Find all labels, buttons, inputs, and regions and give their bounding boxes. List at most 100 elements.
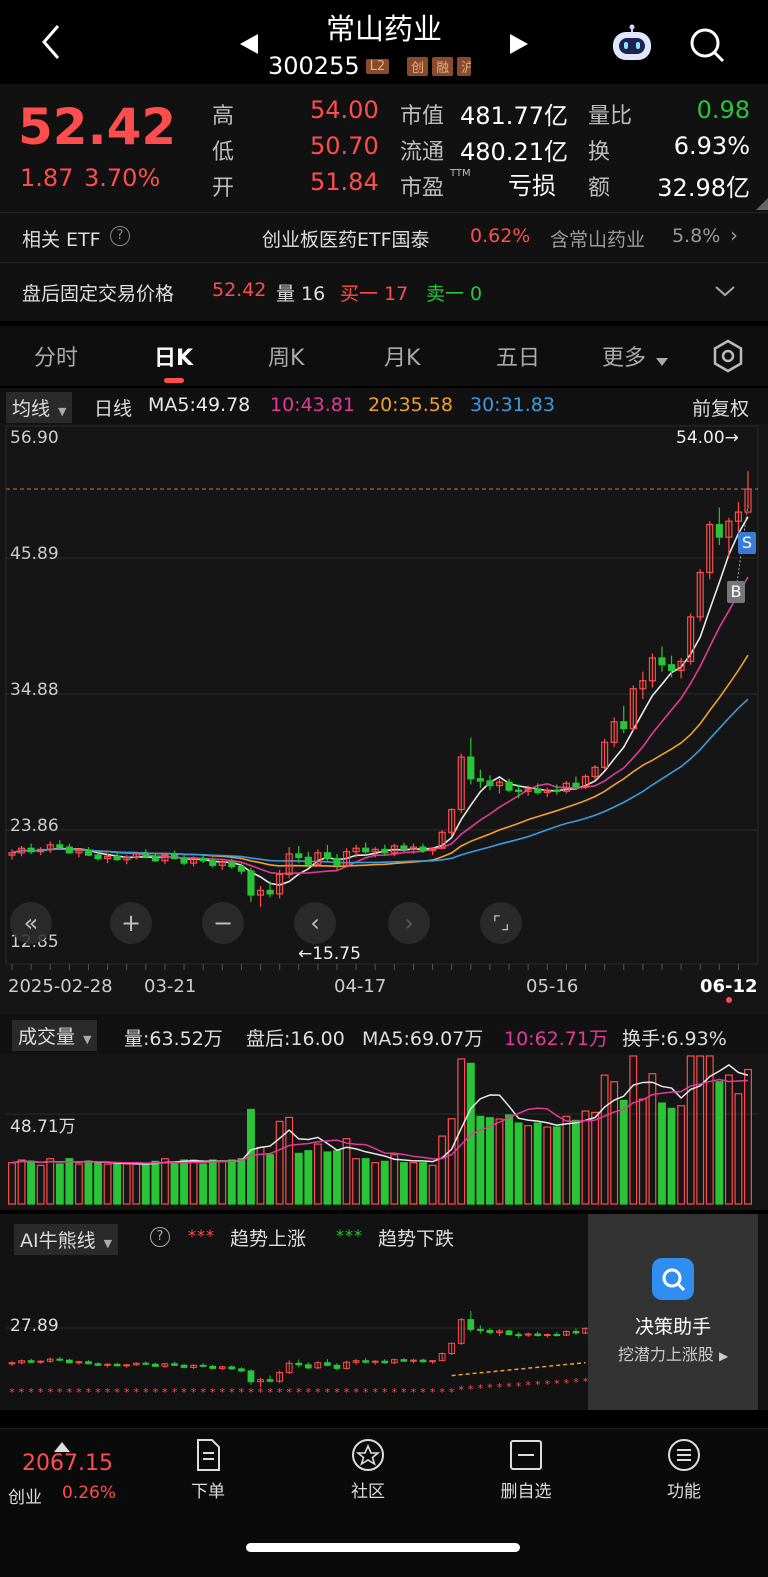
tab-daily-k[interactable]: 日K (154, 340, 193, 372)
trend-up-marker: * (296, 1386, 302, 1399)
trend-up-marker: * (325, 1386, 331, 1399)
nav-functions-label: 功能 (667, 1482, 701, 1502)
ai-candle-body (553, 1334, 561, 1337)
bottom-toolbar: 2067.15 创业 0.26% 下单 社区 删自选 功能 (0, 1428, 768, 1577)
volume-bar (55, 1163, 64, 1205)
ai-candle-body (56, 1358, 64, 1361)
search-icon[interactable] (688, 26, 726, 68)
more-dropdown-icon (656, 348, 668, 373)
settings-hexagon-icon[interactable] (710, 338, 746, 380)
volume-bar (84, 1160, 93, 1205)
volume-bar (648, 1073, 657, 1205)
ai-selector[interactable]: AI牛熊线 ▼ (14, 1224, 119, 1255)
volume-selector[interactable]: 成交量 ▼ (12, 1020, 98, 1051)
volume-bar (74, 1163, 83, 1205)
ma20-value: 20:35.58 (368, 394, 453, 416)
trend-up-label: 趋势上涨 (230, 1228, 307, 1250)
tab-five-day[interactable]: 五日 (496, 340, 540, 372)
trend-up-marker: * (516, 1380, 522, 1393)
sell-marker: S (738, 532, 756, 554)
candle-body (381, 848, 389, 854)
today-dot (726, 997, 732, 1003)
ai-candle-body (304, 1364, 312, 1369)
high-marker: 54.00→ (676, 428, 739, 448)
volume-ma10-line (11, 1078, 749, 1164)
ma10-value: 10:43.81 (270, 394, 355, 416)
candlestick-chart[interactable]: 56.90 45.89 34.88 23.86 12.85 54.00→ ←15… (0, 424, 768, 1014)
decision-assistant-card[interactable]: 决策助手 挖潜力上涨股 ▶ (588, 1214, 758, 1410)
volume-bar (485, 1117, 494, 1205)
next-stock-icon[interactable] (508, 32, 530, 60)
trend-up-marker: * (458, 1383, 464, 1396)
trend-up-marker: * (19, 1386, 25, 1399)
scroll-left-button[interactable]: ‹ (294, 902, 336, 944)
stock-code: 300255 (268, 52, 360, 80)
chevron-down-icon[interactable] (714, 281, 736, 303)
remove-watchlist-icon (510, 1440, 542, 1470)
scroll-right-button[interactable]: › (388, 902, 430, 944)
related-etf-row[interactable]: 相关 ETF ? 创业板医药ETF国泰 0.62% 含常山药业 5.8% › (0, 212, 768, 263)
ai-candle-body (534, 1333, 542, 1337)
trend-up-marker: * (535, 1379, 541, 1392)
x-label-1: 2025-02-28 (8, 976, 113, 997)
volume-bar (658, 1102, 666, 1205)
volume-bar (180, 1159, 188, 1205)
help-icon[interactable]: ? (150, 1227, 170, 1247)
volume-bar (629, 1055, 638, 1205)
nav-remove-watchlist[interactable]: 删自选 (486, 1437, 566, 1502)
volume-bar (36, 1164, 45, 1205)
ai-candle-body (94, 1363, 102, 1366)
ai-candle-body (476, 1328, 484, 1331)
etf-label: 相关 ETF (22, 229, 101, 251)
zoom-in-button[interactable]: + (110, 902, 152, 944)
chevron-right-icon[interactable]: › (730, 223, 738, 247)
tab-intraday[interactable]: 分时 (34, 340, 78, 372)
volume-bar (438, 1135, 447, 1205)
volume-bar (8, 1162, 16, 1205)
pe-label: 市盈 (400, 176, 445, 201)
tab-monthly-k[interactable]: 月K (384, 340, 420, 372)
index-value[interactable]: 2067.15 (22, 1451, 113, 1476)
fullscreen-button[interactable]: ⌜⌟ (480, 902, 522, 944)
candle-body (266, 889, 274, 895)
ai-candle-body (505, 1330, 513, 1336)
trend-up-marker: * (468, 1383, 474, 1396)
after-hours-row[interactable]: 盘后固定交易价格 52.42 量 16 买一 17 卖一 0 (0, 262, 768, 321)
ai-candle-body (419, 1359, 427, 1363)
volume-chart[interactable]: 48.71万 (0, 1054, 768, 1210)
x-label-3: 04-17 (334, 976, 387, 997)
tab-more[interactable]: 更多 (602, 340, 646, 372)
nav-community[interactable]: 社区 (328, 1437, 408, 1502)
nav-community-label: 社区 (351, 1482, 385, 1502)
candle-body (94, 854, 102, 860)
low-value: 50.70 (310, 132, 379, 160)
candle-body (553, 789, 561, 792)
ai-candle-body (152, 1363, 159, 1367)
nav-functions[interactable]: 功能 (644, 1437, 724, 1502)
caret-down-icon: ▼ (83, 1033, 92, 1046)
open-value: 51.84 (310, 168, 379, 196)
zoom-back-button[interactable]: « (10, 902, 52, 944)
trend-up-marker: * (430, 1386, 436, 1399)
candle-body (180, 857, 188, 864)
mcap-label: 市值 (400, 104, 445, 129)
robot-assistant-icon[interactable] (610, 24, 654, 68)
volume-bar (600, 1074, 609, 1205)
help-icon[interactable]: ? (110, 226, 130, 246)
trend-up-marker: * (95, 1386, 101, 1399)
trend-up-marker: * (28, 1386, 34, 1399)
trend-up-marker: * (334, 1386, 340, 1399)
tab-weekly-k[interactable]: 周K (268, 340, 304, 372)
candle-body (667, 664, 676, 672)
nav-order[interactable]: 下单 (168, 1437, 248, 1502)
volume-bar (361, 1158, 370, 1205)
candle-body (56, 844, 64, 848)
functions-menu-icon (668, 1439, 700, 1471)
volume-bar (562, 1115, 571, 1205)
trend-up-marker: * (554, 1377, 560, 1390)
adjust-mode[interactable]: 前复权 (692, 394, 749, 421)
ma-selector[interactable]: 均线 ▼ (6, 392, 73, 423)
candle-body (572, 782, 580, 788)
zoom-out-button[interactable]: − (202, 902, 244, 944)
trend-up-legend-icon: *** (188, 1226, 215, 1245)
